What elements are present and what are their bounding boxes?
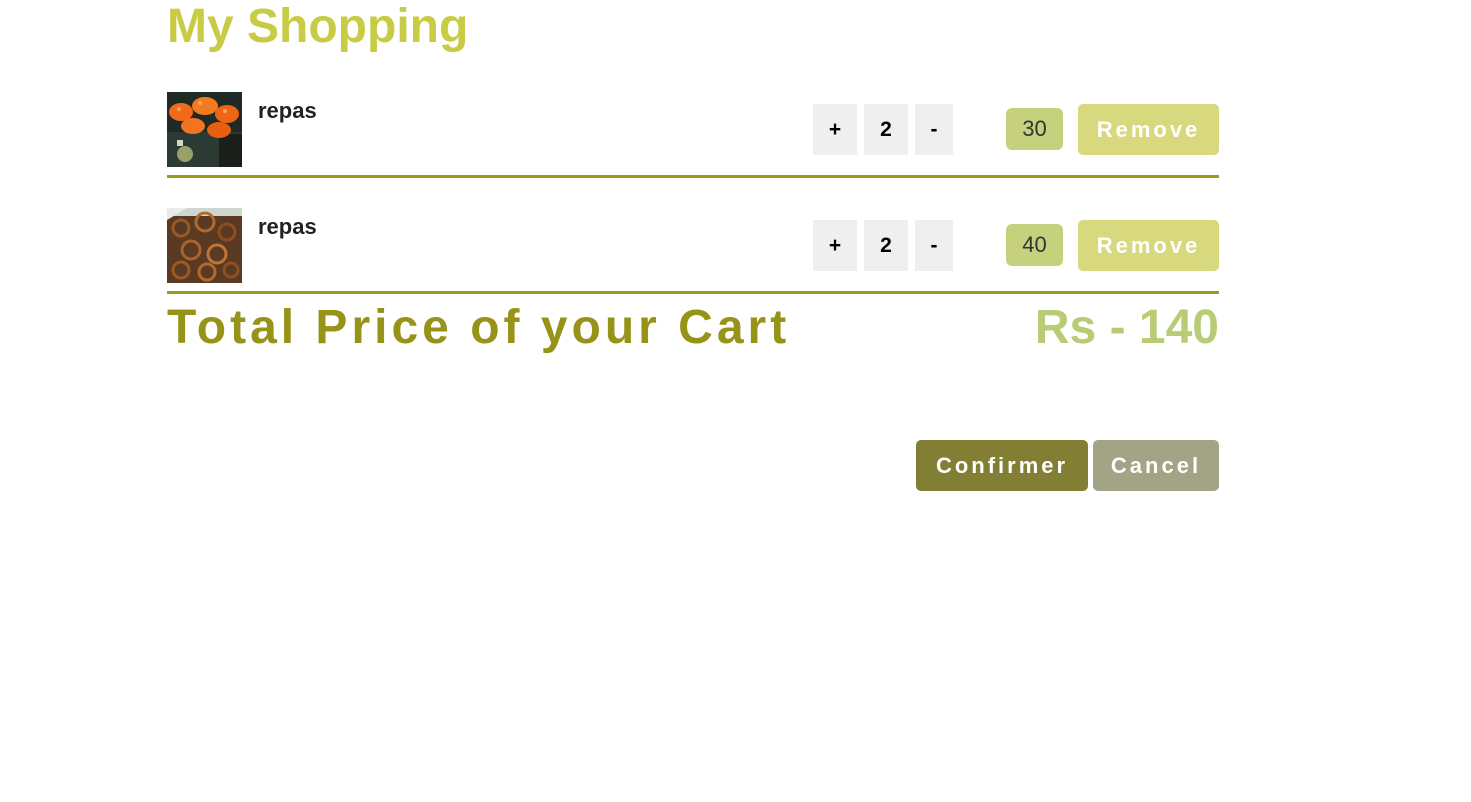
cart-item: repas + 2 - 30 Remove <box>167 92 1219 178</box>
quantity-value: 2 <box>864 220 908 271</box>
quantity-value: 2 <box>864 104 908 155</box>
total-price-value: Rs - 140 <box>1034 301 1219 354</box>
cart-item: repas + 2 - 40 Remove <box>167 208 1219 294</box>
shopping-page: My Shopping repas + 2 - 30 Remove repas … <box>0 0 1471 802</box>
total-price-label: Total Price of your Cart <box>167 301 791 354</box>
confirm-button[interactable]: Confirmer <box>916 440 1088 491</box>
remove-item-button[interactable]: Remove <box>1078 104 1219 155</box>
sushi-thumbnail <box>167 92 242 167</box>
decrease-quantity-button[interactable]: - <box>915 220 953 271</box>
increase-quantity-button[interactable]: + <box>813 220 857 271</box>
fried-dish-thumbnail <box>167 208 242 283</box>
decrease-quantity-button[interactable]: - <box>915 104 953 155</box>
remove-item-button[interactable]: Remove <box>1078 220 1219 271</box>
item-price-badge: 40 <box>1006 224 1063 266</box>
item-name: repas <box>258 214 317 239</box>
page-title: My Shopping <box>167 0 469 53</box>
cart-list: repas + 2 - 30 Remove repas + 2 - 40 Rem… <box>167 92 1219 294</box>
cancel-button[interactable]: Cancel <box>1093 440 1219 491</box>
increase-quantity-button[interactable]: + <box>813 104 857 155</box>
item-price-badge: 30 <box>1006 108 1063 150</box>
item-name: repas <box>258 98 317 123</box>
